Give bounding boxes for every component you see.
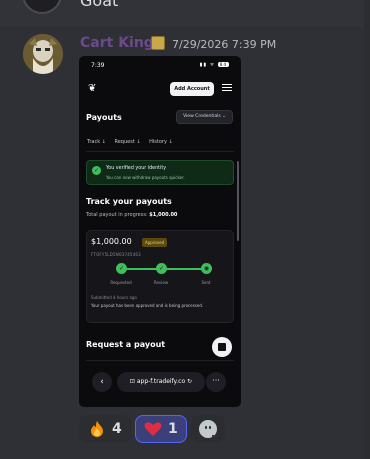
smile-icon <box>199 420 224 441</box>
message-timestamp: 7/29/2026 7:39 PM <box>172 38 277 51</box>
add-account-button: Add Account <box>170 82 214 96</box>
step-check-icon: ✓ <box>116 263 127 274</box>
signal-wifi-icon: ▮▮ ᯤ <box>199 62 216 68</box>
step-label-sent: Sent <box>201 280 211 285</box>
username[interactable]: Cart King <box>80 35 154 51</box>
image-attachment[interactable]: 7:39 ▮▮ ᯤ 84 ❦ Add Account Payouts View … <box>79 56 241 407</box>
avatar[interactable] <box>23 34 63 74</box>
step-check-icon: ✓ <box>156 263 167 274</box>
total-payout-text: Total payout in progress: $1,000.00 <box>86 212 177 218</box>
filter-history: History ↓ <box>149 139 173 145</box>
filter-track: Track ↓ <box>87 139 106 145</box>
verified-banner: ✓ You verified your identity You can now… <box>86 160 234 185</box>
previous-avatar[interactable] <box>22 0 62 14</box>
total-label: Total payout in progress: <box>86 212 150 218</box>
payout-status-message: Your payout has been approved and is bei… <box>91 303 204 308</box>
status-bar-icons: ▮▮ ᯤ 84 <box>200 62 229 68</box>
check-circle-icon: ✓ <box>92 166 101 175</box>
heart-emoji-icon <box>144 422 162 436</box>
url-text: app-f.tradeify.co <box>136 378 186 385</box>
submitted-time: Submitted 4 hours ago <box>91 295 137 300</box>
verified-title: You verified your identity <box>106 166 167 171</box>
browser-bottom-bar: ‹ ⊡ app-f.tradeify.co ↻ ··· <box>79 365 241 407</box>
payouts-title: Payouts <box>86 113 122 122</box>
add-reaction-button[interactable] <box>191 415 225 443</box>
step-label-requested: Requested <box>110 280 132 285</box>
chat-fab-button <box>212 337 232 357</box>
battery-icon: 84 <box>217 62 229 67</box>
app-logo-icon: ❦ <box>88 83 97 94</box>
more-options-icon: ··· <box>206 372 226 392</box>
request-payout-title: Request a payout <box>86 340 166 349</box>
payout-filters: Track ↓ Request ↓ History ↓ <box>87 139 180 145</box>
payout-amount: $1,000.00 <box>91 237 132 246</box>
scrollbar <box>237 161 239 241</box>
status-bar-time: 7:39 <box>91 62 105 69</box>
view-credentials-button: View Credentials ⌄ <box>176 110 233 124</box>
track-payouts-title: Track your payouts <box>86 197 172 206</box>
filter-request: Request ↓ <box>114 139 141 145</box>
verified-subtitle: You can now withdraw payouts quicker. <box>106 175 185 180</box>
reaction-heart[interactable]: 1 <box>135 415 187 443</box>
total-value: $1,000.00 <box>149 212 178 218</box>
transaction-id: FTOFY5LD5N03745463 <box>91 252 141 257</box>
step-current-icon: ◉ <box>201 263 212 274</box>
scrollbar-track[interactable] <box>364 0 370 459</box>
reaction-fire[interactable]: 4 <box>79 415 131 443</box>
back-arrow-icon: ‹ <box>92 372 112 392</box>
previous-message-text: Goat <box>80 0 119 10</box>
reaction-count: 1 <box>168 421 178 437</box>
role-badge-icon <box>151 36 165 50</box>
url-bar: ⊡ app-f.tradeify.co ↻ <box>117 372 205 392</box>
previous-message: Goat <box>0 0 370 14</box>
hamburger-menu-icon <box>222 82 232 94</box>
divider <box>86 151 234 152</box>
reaction-count: 4 <box>112 421 122 437</box>
divider <box>86 360 234 361</box>
step-label-review: Review <box>153 280 169 285</box>
payout-card: $1,000.00 Approved FTOFY5LD5N03745463 ✓ … <box>86 230 234 323</box>
status-badge: Approved <box>142 238 168 247</box>
fire-emoji-icon <box>91 421 103 437</box>
